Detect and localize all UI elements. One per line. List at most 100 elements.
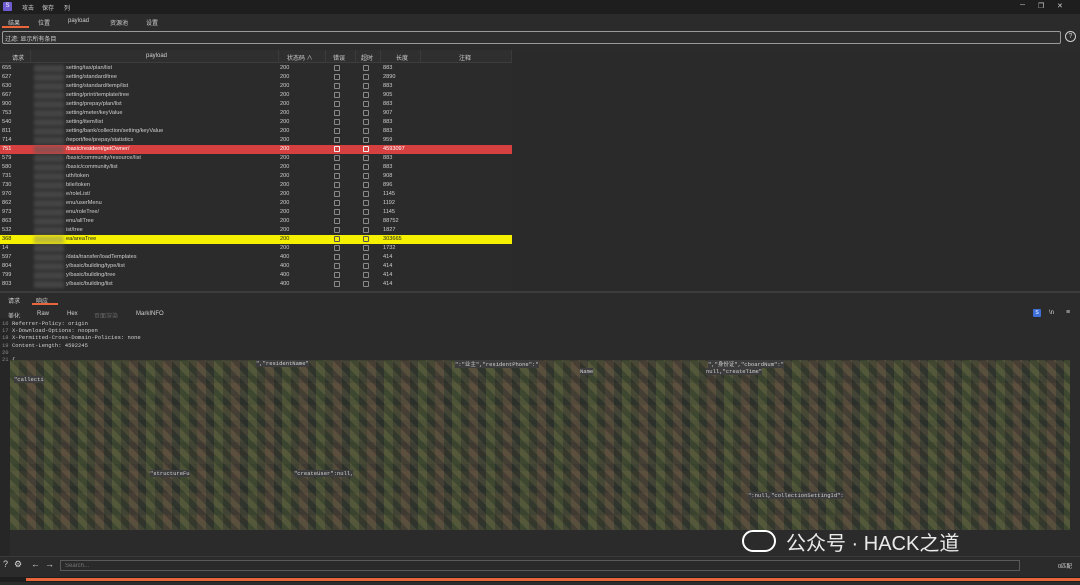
timeout-checkbox[interactable] [363,128,369,134]
timeout-checkbox[interactable] [363,101,369,107]
col-status[interactable]: 状态码 ∧ [287,53,313,62]
table-row[interactable]: 753 setting/meter/keyValue 200 907 [0,109,512,118]
error-checkbox[interactable] [334,272,340,278]
col-timeout[interactable]: 超时 [361,53,373,62]
timeout-checkbox[interactable] [363,65,369,71]
error-checkbox[interactable] [334,254,340,260]
table-row[interactable]: 580/basic/community/list 200 883 [0,163,512,172]
error-checkbox[interactable] [334,209,340,215]
column-divider[interactable] [380,50,381,63]
tab-positions[interactable]: 位置 [38,18,50,27]
timeout-checkbox[interactable] [363,173,369,179]
table-row[interactable]: 970 e/roleList/200 1145 [0,190,512,199]
table-row[interactable]: 597/data/transfer/loadTemplates 400 414 [0,253,512,262]
timeout-checkbox[interactable] [363,164,369,170]
timeout-checkbox[interactable] [363,245,369,251]
tab-request[interactable]: 请求 [8,296,20,305]
timeout-checkbox[interactable] [363,263,369,269]
menu-save[interactable]: 保存 [42,3,54,12]
timeout-checkbox[interactable] [363,236,369,242]
col-comment[interactable]: 注释 [459,53,471,62]
error-checkbox[interactable] [334,200,340,206]
column-divider[interactable] [30,50,31,63]
table-row[interactable]: 579/basic/community/resource/list 200 883 [0,154,512,163]
menu-icon[interactable]: ≡ [1066,309,1070,316]
error-checkbox[interactable] [334,110,340,116]
timeout-checkbox[interactable] [363,92,369,98]
error-checkbox[interactable] [334,218,340,224]
error-checkbox[interactable] [334,155,340,161]
table-row[interactable]: 863 enu/allTree 200 88752 [0,217,512,226]
timeout-checkbox[interactable] [363,218,369,224]
timeout-checkbox[interactable] [363,146,369,152]
column-divider[interactable] [325,50,326,63]
timeout-checkbox[interactable] [363,83,369,89]
error-checkbox[interactable] [334,137,340,143]
tab-payload[interactable]: payload [68,18,89,24]
error-checkbox[interactable] [334,263,340,269]
timeout-checkbox[interactable] [363,191,369,197]
error-checkbox[interactable] [334,227,340,233]
column-divider[interactable] [420,50,421,63]
error-checkbox[interactable] [334,182,340,188]
settings-icon[interactable]: ⚙ [14,559,22,570]
error-checkbox[interactable] [334,83,340,89]
column-divider[interactable] [278,50,279,63]
error-checkbox[interactable] [334,119,340,125]
error-checkbox[interactable] [334,92,340,98]
help-circle-icon[interactable]: ? [3,559,8,569]
col-payload[interactable]: payload [146,53,167,59]
table-row[interactable]: 730 bile/token 200 896 [0,181,512,190]
error-checkbox[interactable] [334,101,340,107]
menu-columns[interactable]: 列 [64,3,70,12]
close-icon[interactable]: ✕ [1057,2,1063,10]
table-row[interactable]: 803 y/basic/building/list 400 414 [0,280,512,289]
table-row[interactable]: 751/basic/resident/getOwner/200 4593097 [0,145,512,154]
tab-raw[interactable]: Raw [37,311,49,317]
timeout-checkbox[interactable] [363,74,369,80]
newline-icon[interactable]: \n [1049,310,1054,316]
table-row[interactable]: 973 enu/roleTree/200 1145 [0,208,512,217]
col-error[interactable]: 错误 [333,53,345,62]
tab-markinfo[interactable]: MarkINFO [136,311,164,317]
table-row[interactable]: 811 setting/bank/collection/setting/keyVa… [0,127,512,136]
table-row[interactable]: 532 ist/tree 200 1827 [0,226,512,235]
minimize-icon[interactable]: ─ [1020,2,1025,9]
table-row[interactable]: 540 setting/item/list 200 883 [0,118,512,127]
timeout-checkbox[interactable] [363,227,369,233]
tab-settings[interactable]: 设置 [146,18,158,27]
wrap-toggle-icon[interactable]: S [1033,309,1041,317]
error-checkbox[interactable] [334,281,340,287]
error-checkbox[interactable] [334,65,340,71]
table-row[interactable]: 714/report/fee/prepay/statistics 200 959 [0,136,512,145]
col-request[interactable]: 请求 [12,53,24,62]
timeout-checkbox[interactable] [363,200,369,206]
column-divider[interactable] [511,50,512,63]
table-row[interactable]: 900 setting/prepay/plan/list 200 883 [0,100,512,109]
timeout-checkbox[interactable] [363,254,369,260]
timeout-checkbox[interactable] [363,119,369,125]
table-row[interactable]: 731 uth/token 200 908 [0,172,512,181]
table-row[interactable]: 862 enu/userMenu 200 1192 [0,199,512,208]
timeout-checkbox[interactable] [363,137,369,143]
forward-arrow-icon[interactable]: → [45,559,54,569]
error-checkbox[interactable] [334,173,340,179]
timeout-checkbox[interactable] [363,182,369,188]
search-input[interactable] [60,560,1020,571]
tab-hex[interactable]: Hex [67,311,78,317]
timeout-checkbox[interactable] [363,110,369,116]
error-checkbox[interactable] [334,164,340,170]
table-row[interactable]: 630 setting/standard/temp/list 200 883 [0,82,512,91]
column-divider[interactable] [355,50,356,63]
menu-attack[interactable]: 攻击 [22,3,34,12]
panel-divider[interactable] [0,291,1080,293]
error-checkbox[interactable] [334,146,340,152]
help-icon[interactable]: ? [1065,31,1076,42]
error-checkbox[interactable] [334,74,340,80]
maximize-icon[interactable]: ❐ [1038,2,1044,10]
col-length[interactable]: 长度 [396,53,408,62]
error-checkbox[interactable] [334,236,340,242]
table-row[interactable]: 368 ea/areaTree 200 303665 [0,235,512,244]
error-checkbox[interactable] [334,191,340,197]
filter-bar[interactable] [2,31,1061,44]
